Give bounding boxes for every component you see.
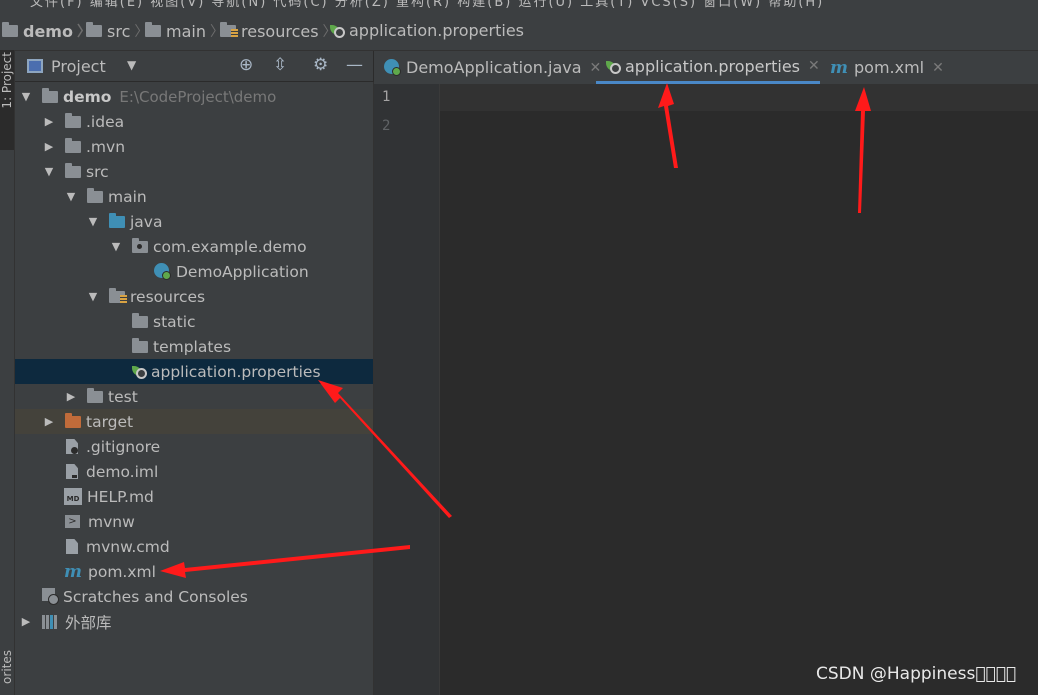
folder-icon (132, 337, 148, 353)
tree-item-pom-xml[interactable]: m pom.xml (15, 559, 422, 584)
tab-pom-xml[interactable]: m pom.xml ✕ (830, 51, 944, 84)
expand-arrow-icon[interactable]: ▼ (86, 290, 100, 303)
terminal-icon: > (65, 515, 80, 528)
project-tree[interactable]: ▼ demo E:\CodeProject\demo ▶ .idea ▶ .mv… (15, 82, 374, 695)
project-tool-tab[interactable]: 1: Project (0, 50, 14, 150)
breadcrumb-item-src[interactable]: src 〉 (86, 21, 148, 41)
tree-item-help-md[interactable]: MD HELP.md (15, 484, 422, 509)
ignore-file-icon (66, 439, 78, 454)
current-line-highlight[interactable] (440, 84, 1038, 111)
tab-demoapplication-java[interactable]: DemoApplication.java ✕ (384, 51, 601, 84)
tree-item-application-properties[interactable]: application.properties (15, 359, 373, 384)
resources-folder-icon (109, 287, 127, 304)
module-file-icon (66, 464, 78, 479)
spring-config-icon (132, 364, 147, 379)
tree-item-test[interactable]: ▶ test (15, 384, 422, 409)
java-class-icon (384, 59, 401, 76)
maven-icon: m (64, 561, 82, 582)
menu-bar-text: 文件(F) 编辑(E) 视图(V) 导航(N) 代码(C) 分析(Z) 重构(R… (30, 0, 825, 8)
tab-application-properties[interactable]: application.properties ✕ (596, 51, 820, 84)
tree-item-mvn[interactable]: ▶ .mvn (15, 134, 400, 159)
folder-icon (86, 22, 102, 37)
source-folder-icon (109, 212, 125, 228)
excluded-folder-icon (65, 412, 81, 428)
collapse-icon[interactable]: ⇳ (273, 55, 287, 75)
module-folder-icon (42, 87, 58, 103)
text-file-icon (66, 539, 78, 554)
maven-icon: m (830, 57, 848, 78)
close-icon[interactable]: ✕ (808, 58, 820, 74)
expand-arrow-icon[interactable]: ▼ (64, 190, 78, 203)
expand-arrow-icon[interactable]: ▼ (19, 90, 33, 103)
tree-item-scratches[interactable]: Scratches and Consoles (15, 584, 400, 609)
close-icon[interactable]: ✕ (932, 60, 944, 76)
folder-icon (132, 312, 148, 328)
breadcrumb-item-application-properties[interactable]: application.properties (330, 21, 524, 40)
expand-arrow-icon[interactable]: ▼ (109, 240, 123, 253)
tool-window-stripe: 1: Project orites (0, 50, 15, 695)
scratches-icon (42, 588, 59, 605)
favorites-tool-label[interactable]: orites (0, 650, 14, 684)
expand-arrow-icon[interactable]: ▼ (86, 215, 100, 228)
line-number: 2 (382, 118, 391, 134)
folder-icon (145, 22, 161, 37)
chevron-down-icon[interactable]: ▼ (127, 58, 136, 72)
collapsed-arrow-icon[interactable]: ▶ (42, 140, 56, 153)
breadcrumb-item-main[interactable]: main 〉 (145, 21, 224, 41)
breadcrumb-item-demo[interactable]: demo 〉 (2, 21, 91, 41)
collapsed-arrow-icon[interactable]: ▶ (64, 390, 78, 403)
library-icon (42, 614, 60, 629)
collapsed-arrow-icon[interactable]: ▶ (42, 115, 56, 128)
folder-icon (65, 162, 81, 178)
spring-config-icon (330, 23, 345, 38)
code-editor[interactable] (440, 111, 1038, 695)
tree-item-demo[interactable]: ▼ demo E:\CodeProject\demo (15, 84, 377, 109)
tree-item-external-libraries[interactable]: ▶ 外部库 (15, 609, 377, 634)
project-panel-header: Project ▼ ⊕ ⇳ ⚙ — (15, 51, 373, 81)
locate-icon[interactable]: ⊕ (239, 55, 253, 75)
minimize-icon[interactable]: — (346, 55, 363, 75)
tree-item-main[interactable]: ▼ main (15, 184, 422, 209)
project-view-selector[interactable]: Project (51, 57, 106, 76)
tree-item-mvnw[interactable]: > mvnw (15, 509, 423, 534)
editor-tab-bar: DemoApplication.java ✕ application.prope… (374, 51, 1038, 85)
spring-config-icon (606, 59, 621, 74)
module-folder-icon (2, 22, 18, 37)
java-class-icon (154, 263, 171, 280)
resources-folder-icon (220, 22, 238, 38)
package-icon (132, 237, 148, 253)
project-view-icon (27, 59, 43, 73)
menu-bar[interactable]: 文件(F) 编辑(E) 视图(V) 导航(N) 代码(C) 分析(Z) 重构(R… (0, 0, 1038, 8)
editor-gutter[interactable]: 1 2 (374, 84, 440, 695)
folder-icon (65, 137, 81, 153)
markdown-icon: MD (64, 488, 82, 505)
watermark: CSDN @Happiness     (816, 664, 1017, 684)
tree-item-demo-iml[interactable]: demo.iml (15, 459, 424, 484)
folder-icon (87, 387, 103, 403)
project-tool-label: 1: Project (0, 52, 14, 109)
tree-item-mvnw-cmd[interactable]: mvnw.cmd (15, 534, 424, 559)
folder-icon (87, 187, 103, 203)
tree-item-target[interactable]: ▶ target (15, 409, 373, 434)
breadcrumb-item-resources[interactable]: resources 〉 (220, 21, 337, 41)
folder-icon (65, 112, 81, 128)
collapsed-arrow-icon[interactable]: ▶ (42, 415, 56, 428)
tree-item-gitignore[interactable]: .gitignore (15, 434, 424, 459)
expand-arrow-icon[interactable]: ▼ (42, 165, 56, 178)
line-number: 1 (382, 89, 391, 105)
tree-item-src[interactable]: ▼ src (15, 159, 400, 184)
gear-icon[interactable]: ⚙ (313, 55, 328, 75)
breadcrumb: demo 〉 src 〉 main 〉 resources 〉 application.… (0, 8, 1038, 51)
tree-item-idea[interactable]: ▶ .idea (15, 109, 400, 134)
collapsed-arrow-icon[interactable]: ▶ (19, 615, 33, 628)
